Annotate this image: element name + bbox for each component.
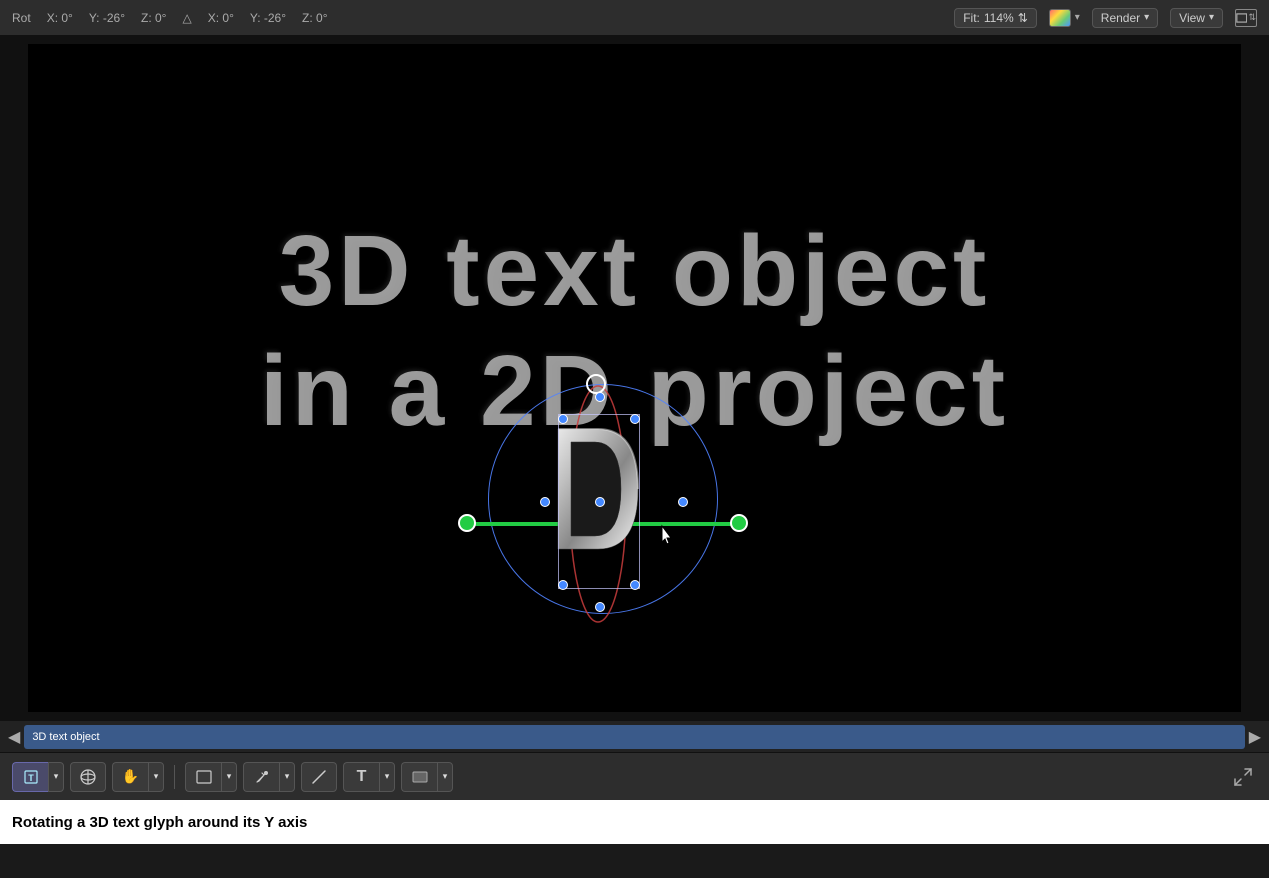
text-insert-dropdown-icon: ▾ — [385, 771, 390, 782]
hand-tool-icon: ✋ — [122, 768, 139, 785]
aspect-chevron-icon: ⇅ — [1248, 12, 1256, 23]
caption-area: Rotating a 3D text glyph around its Y ax… — [0, 800, 1269, 844]
fit-label: Fit: — [963, 11, 980, 25]
control-point-top-center[interactable] — [595, 392, 605, 402]
rect-dropdown[interactable]: ▾ — [437, 762, 453, 792]
rot-z: Z: 0° — [141, 11, 166, 25]
clip-label-text: 3D text object — [32, 731, 99, 743]
caption-text: Rotating a 3D text glyph around its Y ax… — [12, 814, 307, 831]
text-tool-dropdown[interactable]: ▾ — [48, 762, 64, 792]
rot-y: Y: -26° — [89, 11, 125, 25]
delta-z: Z: 0° — [302, 11, 327, 25]
pen-tool-button[interactable] — [301, 762, 337, 792]
viewer-text-line1: 3D text object — [28, 214, 1241, 329]
bottom-toolbar: T ▾ ✋ ▾ ▾ — [0, 752, 1269, 800]
text-dropdown-icon: ▾ — [54, 771, 59, 782]
delta-y: Y: -26° — [250, 11, 286, 25]
timeline-clip-label[interactable]: 3D text object — [24, 725, 1244, 749]
text-tool-icon: T — [23, 769, 39, 785]
paint-tool-button[interactable] — [243, 762, 279, 792]
toolbar-separator-1 — [174, 765, 175, 789]
paint-tool-icon — [254, 769, 270, 785]
shape-dropdown[interactable]: ▾ — [221, 762, 237, 792]
glyph-container[interactable] — [458, 354, 758, 614]
toolbar-right: Fit: 114% ⇅ ▾ Render View ⇅ — [954, 8, 1257, 28]
control-point-mid-right[interactable] — [678, 497, 688, 507]
orbit-tool-icon — [79, 768, 97, 786]
swatch-chevron-icon[interactable]: ▾ — [1075, 12, 1080, 23]
hand-tool-button[interactable]: ✋ — [112, 762, 148, 792]
control-point-top-right[interactable] — [630, 414, 640, 424]
rect-tool-icon — [412, 770, 428, 784]
control-point-center-mid[interactable] — [595, 497, 605, 507]
paint-tool-group: ▾ — [243, 762, 295, 792]
render-label: Render — [1101, 11, 1140, 25]
aspect-ratio-icon — [1236, 12, 1247, 24]
paint-dropdown-icon: ▾ — [285, 771, 290, 782]
hand-tool-dropdown[interactable]: ▾ — [148, 762, 164, 792]
hand-tool-group: ✋ ▾ — [112, 762, 164, 792]
fit-arrows-icon: ⇅ — [1018, 11, 1028, 25]
timeline-start-marker: ◀ — [8, 727, 20, 747]
view-button[interactable]: View — [1170, 8, 1223, 28]
color-swatch[interactable] — [1049, 9, 1071, 27]
control-point-bot-left[interactable] — [558, 580, 568, 590]
control-point-mid-left[interactable] — [540, 497, 550, 507]
pen-tool-icon — [310, 768, 328, 786]
expand-icon — [1233, 767, 1253, 787]
hand-dropdown-icon: ▾ — [154, 771, 159, 782]
timeline-end-marker: ▶ — [1249, 727, 1261, 747]
paint-dropdown[interactable]: ▾ — [279, 762, 295, 792]
delta-symbol: △ — [182, 11, 191, 25]
rect-dropdown-icon: ▾ — [443, 771, 448, 782]
text-insert-dropdown[interactable]: ▾ — [379, 762, 395, 792]
control-point-bot-center[interactable] — [595, 602, 605, 612]
rotation-handle[interactable] — [586, 374, 606, 394]
fit-value: 114% — [984, 11, 1014, 25]
color-palette-area[interactable]: ▾ — [1049, 9, 1080, 27]
rect-tool-button[interactable] — [401, 762, 437, 792]
control-point-top-left[interactable] — [558, 414, 568, 424]
shape-tool-button[interactable] — [185, 762, 221, 792]
top-toolbar: Rot X: 0° Y: -26° Z: 0° △ X: 0° Y: -26° … — [0, 0, 1269, 36]
timeline: ◀ 3D text object ▶ — [0, 720, 1269, 752]
svg-text:T: T — [28, 773, 34, 783]
text-tool-group: T ▾ — [12, 762, 64, 792]
text-insert-button[interactable]: T — [343, 762, 379, 792]
aspect-ratio-button[interactable]: ⇅ — [1235, 9, 1257, 27]
orbit-tool-button[interactable] — [70, 762, 106, 792]
green-axis-right-handle[interactable] — [730, 514, 748, 532]
viewer[interactable]: 3D text object in a 2D project — [28, 44, 1241, 712]
shape-tool-group: ▾ — [185, 762, 237, 792]
green-axis-left-handle[interactable] — [458, 514, 476, 532]
text-insert-group: T ▾ — [343, 762, 395, 792]
rot-label: Rot — [12, 11, 31, 25]
delta-x: X: 0° — [208, 11, 234, 25]
text-tool-button[interactable]: T — [12, 762, 48, 792]
rect-tool-group: ▾ — [401, 762, 453, 792]
view-label: View — [1179, 11, 1205, 25]
render-button[interactable]: Render — [1092, 8, 1158, 28]
control-point-bot-right[interactable] — [630, 580, 640, 590]
text-insert-icon: T — [357, 768, 367, 786]
cursor-icon — [658, 524, 678, 548]
fit-button[interactable]: Fit: 114% ⇅ — [954, 8, 1037, 28]
viewer-wrapper: 3D text object in a 2D project — [0, 36, 1269, 720]
expand-button[interactable] — [1229, 763, 1257, 791]
shape-tool-icon — [196, 770, 212, 784]
shape-dropdown-icon: ▾ — [227, 771, 232, 782]
rot-x: X: 0° — [47, 11, 73, 25]
